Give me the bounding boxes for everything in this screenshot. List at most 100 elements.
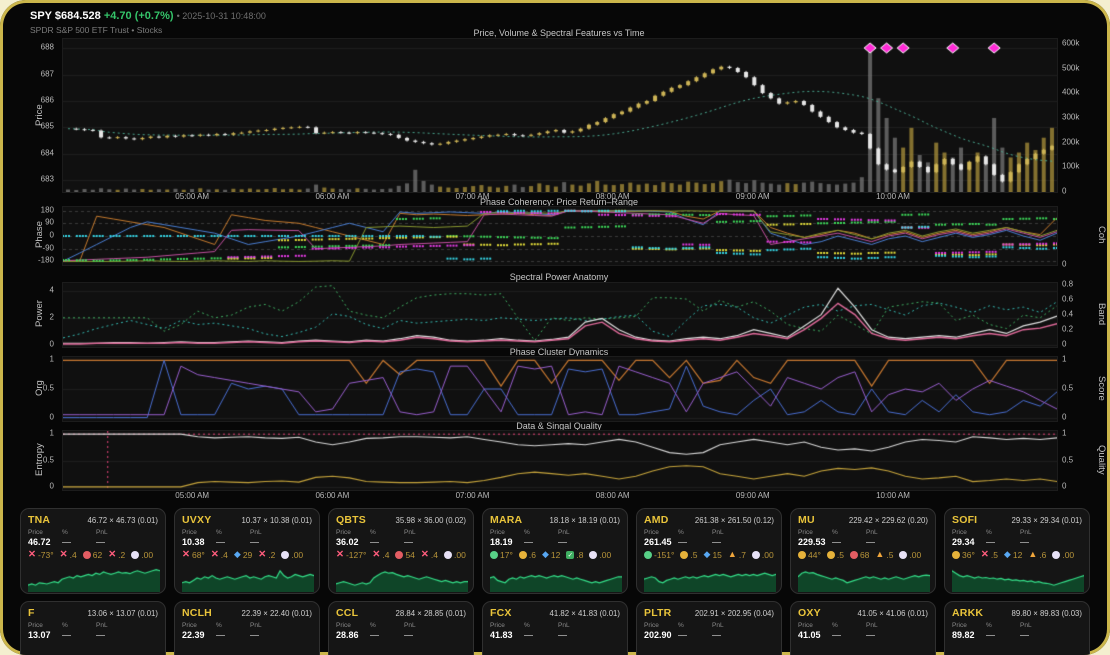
icon-value: .4 bbox=[431, 550, 438, 560]
ticker-card-tna[interactable]: TNA46.72 × 46.73 (0.01)Price%PnL46.72——✕… bbox=[20, 508, 166, 594]
ticker-card-fcx[interactable]: FCX41.82 × 41.83 (0.01)Price%PnL41.83—— bbox=[482, 601, 628, 655]
ticker-card-amd[interactable]: AMD261.38 × 261.50 (0.12)Price%PnL261.45… bbox=[636, 508, 782, 594]
ticker-card-oxy[interactable]: OXY41.05 × 41.06 (0.01)Price%PnL41.05—— bbox=[790, 601, 936, 655]
card-values: 29.34—— bbox=[952, 537, 1082, 547]
phase-cluster-chart[interactable] bbox=[62, 356, 1058, 422]
signal-icons-row bbox=[952, 642, 1082, 653]
bid-ask-quote: 35.98 × 36.00 (0.02) bbox=[396, 516, 466, 525]
spectral-power-chart[interactable] bbox=[62, 282, 1058, 348]
empty-value-dash: — bbox=[1020, 630, 1054, 640]
ticker-card-mu[interactable]: MU229.42 × 229.62 (0.20)Price%PnL229.53—… bbox=[790, 508, 936, 594]
icon-value: 15 bbox=[712, 550, 721, 560]
icon-value: .7 bbox=[739, 550, 746, 560]
icon-value: .4 bbox=[221, 550, 228, 560]
card-column-labels: Price%PnL bbox=[798, 622, 928, 629]
lav-dot-icon bbox=[589, 551, 597, 559]
card-column-labels: Price%PnL bbox=[490, 622, 620, 629]
signal-icons-row bbox=[490, 642, 620, 653]
signal-icons-row: ✕-127°✕.454✕.4.00 bbox=[336, 549, 466, 560]
card-symbol: FCX bbox=[490, 607, 512, 619]
gem-icon: ◆ bbox=[1004, 550, 1011, 559]
empty-value-dash: — bbox=[250, 537, 284, 547]
x-icon: ✕ bbox=[182, 550, 190, 559]
card-price: 41.83 bbox=[490, 630, 524, 640]
card-values: 10.38—— bbox=[182, 537, 312, 547]
card-values: 46.72—— bbox=[28, 537, 158, 547]
card-column-labels: Price%PnL bbox=[644, 622, 774, 629]
signal-icons-row bbox=[336, 642, 466, 653]
icon-value: .5 bbox=[991, 550, 998, 560]
lav-dot-icon bbox=[1052, 551, 1060, 559]
lav-dot-icon bbox=[131, 551, 139, 559]
ticker-card-arkk[interactable]: ARKK89.80 × 89.83 (0.03)Price%PnL89.82—— bbox=[944, 601, 1090, 655]
icon-value: .6 bbox=[1039, 550, 1046, 560]
card-price: 229.53 bbox=[798, 537, 832, 547]
card-symbol: SOFI bbox=[952, 514, 977, 526]
signal-icons-row bbox=[28, 642, 158, 653]
icon-value: .2 bbox=[268, 550, 275, 560]
quality-right-ticks: 00.51 bbox=[1058, 430, 1100, 489]
warning-icon: ▲ bbox=[1028, 550, 1037, 559]
card-price: 89.82 bbox=[952, 630, 986, 640]
card-price: 202.90 bbox=[644, 630, 678, 640]
card-values: 18.19—— bbox=[490, 537, 620, 547]
ticker-card-sofi[interactable]: SOFI29.33 × 29.34 (0.01)Price%PnL29.34——… bbox=[944, 508, 1090, 594]
phase-right-ticks: 0 bbox=[1058, 206, 1100, 264]
sparkline-chart bbox=[490, 562, 622, 592]
ticker-card-f[interactable]: F13.06 × 13.07 (0.01)Price%PnL13.07—— bbox=[20, 601, 166, 655]
signal-icons-row bbox=[798, 642, 928, 653]
ticker-card-ccl[interactable]: CCL28.84 × 28.85 (0.01)Price%PnL28.86—— bbox=[328, 601, 474, 655]
empty-value-dash: — bbox=[986, 537, 1020, 547]
icon-value: .00 bbox=[599, 550, 611, 560]
card-column-labels: Price%PnL bbox=[28, 529, 158, 536]
lav-dot-icon bbox=[281, 551, 289, 559]
card-symbol: NCLH bbox=[182, 607, 212, 619]
card-column-labels: Price%PnL bbox=[952, 529, 1082, 536]
card-price: 261.45 bbox=[644, 537, 678, 547]
bid-ask-quote: 18.18 × 18.19 (0.01) bbox=[550, 516, 620, 525]
icon-value: 68 bbox=[860, 550, 869, 560]
signal-icons-row: -151°.5◆15▲.7.00 bbox=[644, 549, 774, 560]
ticker-card-uvxy[interactable]: UVXY10.37 × 10.38 (0.01)Price%PnL10.38——… bbox=[174, 508, 320, 594]
card-values: 36.02—— bbox=[336, 537, 466, 547]
icon-value: .00 bbox=[141, 550, 153, 560]
empty-value-dash: — bbox=[250, 630, 284, 640]
card-values: 13.07—— bbox=[28, 630, 158, 640]
empty-value-dash: — bbox=[1020, 537, 1054, 547]
empty-value-dash: — bbox=[524, 630, 558, 640]
ticker-card-pltr[interactable]: PLTR202.91 × 202.95 (0.04)Price%PnL202.9… bbox=[636, 601, 782, 655]
empty-value-dash: — bbox=[96, 630, 130, 640]
card-symbol: PLTR bbox=[644, 607, 671, 619]
card-price: 46.72 bbox=[28, 537, 62, 547]
card-price: 29.34 bbox=[952, 537, 986, 547]
x-icon: ✕ bbox=[421, 550, 429, 559]
ticker-headline: SPY $684.528 +4.70 (+0.7%) • 2025-10-31 … bbox=[30, 10, 266, 22]
card-column-labels: Price%PnL bbox=[182, 622, 312, 629]
phase-left-ticks: -180-90090180 bbox=[0, 206, 58, 264]
empty-value-dash: — bbox=[524, 537, 558, 547]
x-tick: 05:00 AM bbox=[175, 491, 209, 500]
card-price: 10.38 bbox=[182, 537, 216, 547]
ticker-card-mara[interactable]: MARA18.18 × 18.19 (0.01)Price%PnL18.19——… bbox=[482, 508, 628, 594]
phase-coherency-chart[interactable] bbox=[62, 206, 1058, 266]
bid-ask-quote: 46.72 × 46.73 (0.01) bbox=[88, 516, 158, 525]
x-tick: 08:00 AM bbox=[596, 192, 630, 201]
signal-quality-chart[interactable] bbox=[62, 430, 1058, 491]
x-icon: ✕ bbox=[336, 550, 344, 559]
card-values: 261.45—— bbox=[644, 537, 774, 547]
gem-icon: ◆ bbox=[234, 550, 241, 559]
price-volume-chart[interactable] bbox=[62, 38, 1058, 193]
x-tick: 09:00 AM bbox=[736, 491, 770, 500]
icon-value: .00 bbox=[1062, 550, 1074, 560]
empty-value-dash: — bbox=[832, 537, 866, 547]
price-left-ticks: 683684685686687688 bbox=[0, 38, 58, 191]
ticker-card-qbts[interactable]: QBTS35.98 × 36.00 (0.02)Price%PnL36.02——… bbox=[328, 508, 474, 594]
x-tick: 06:00 AM bbox=[315, 192, 349, 201]
red-dot-icon bbox=[395, 551, 403, 559]
icon-value: 68° bbox=[192, 550, 205, 560]
quality-x-axis-ticks: 05:00 AM06:00 AM07:00 AM08:00 AM09:00 AM… bbox=[62, 491, 1056, 503]
sparkline-chart bbox=[336, 562, 468, 592]
ticker-card-nclh[interactable]: NCLH22.39 × 22.40 (0.01)Price%PnL22.39—— bbox=[174, 601, 320, 655]
price-change: +4.70 (+0.7%) bbox=[104, 10, 174, 22]
card-price: 36.02 bbox=[336, 537, 370, 547]
